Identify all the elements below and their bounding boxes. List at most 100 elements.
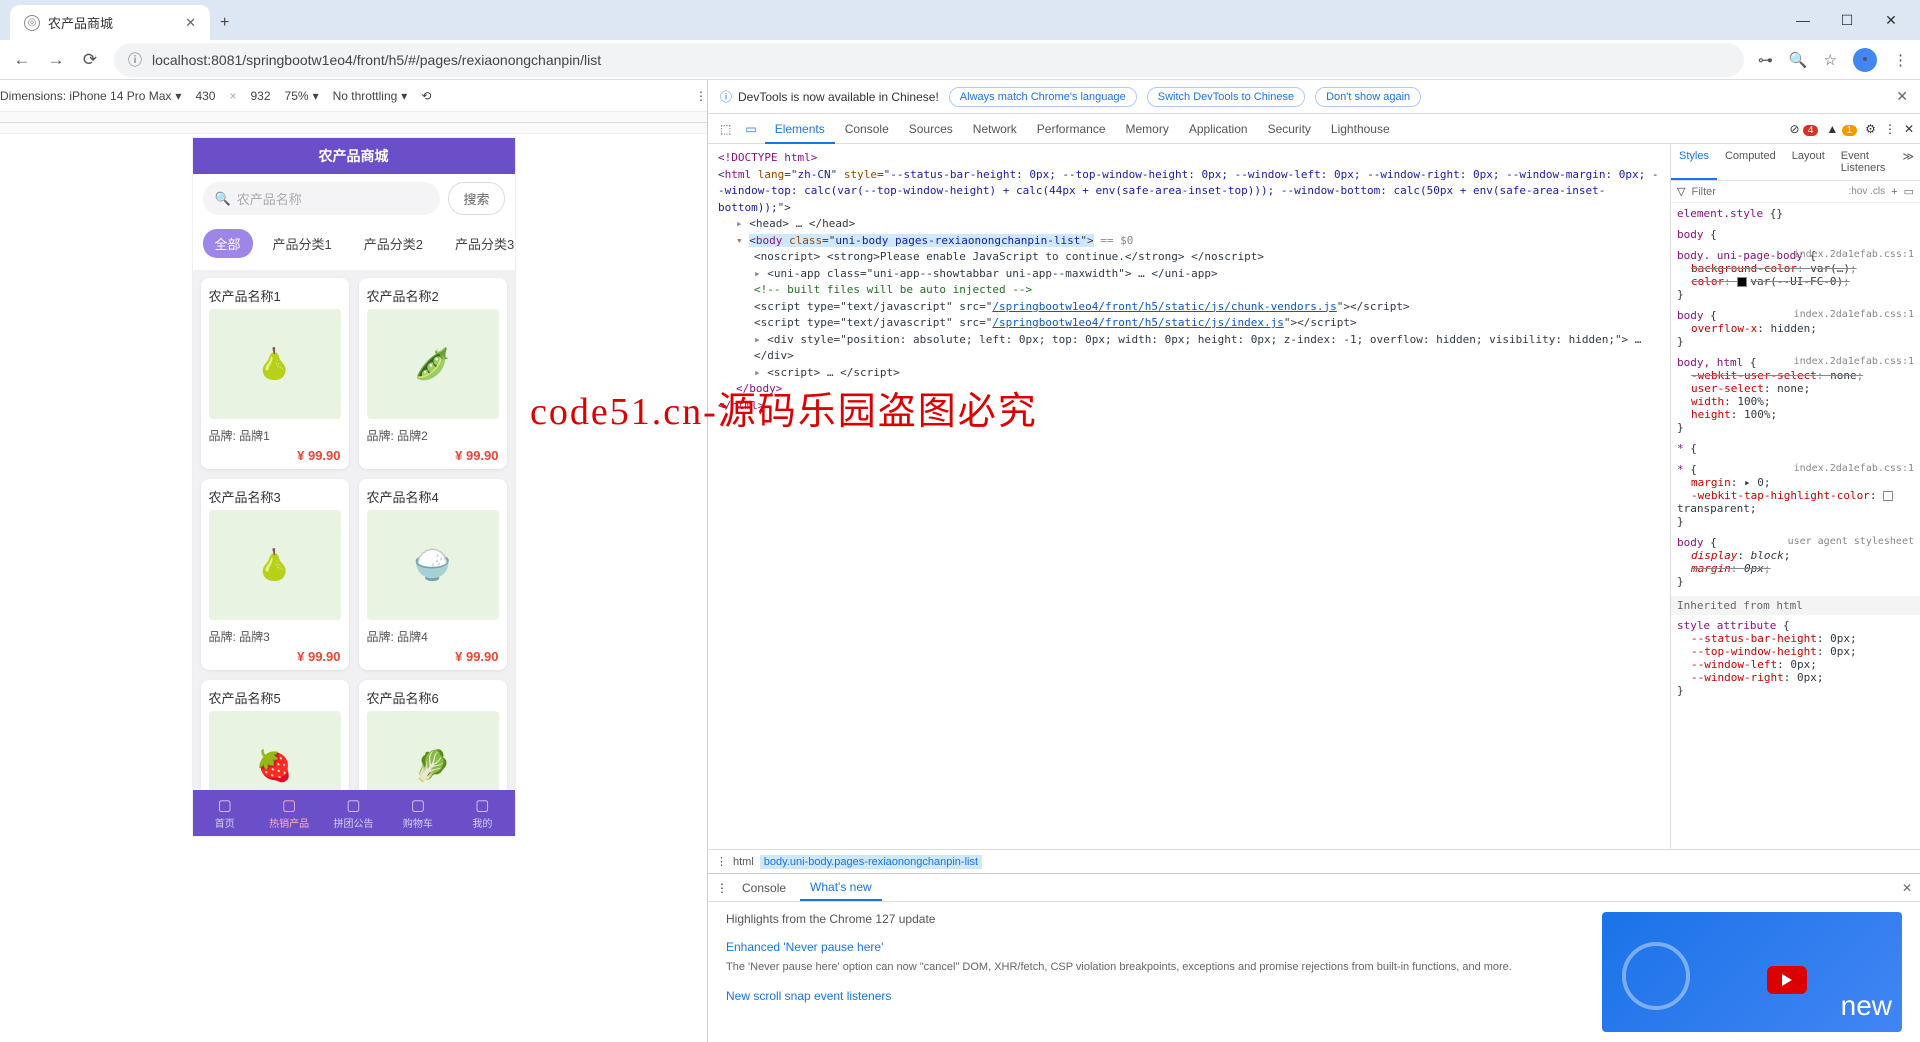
device-zoom[interactable]: 75% ▾ <box>285 89 319 103</box>
drawer-menu-icon[interactable]: ⋮ <box>716 881 728 895</box>
device-mode-icon[interactable]: ▭ <box>739 118 762 140</box>
tabbar-icon: ▢ <box>411 796 425 814</box>
devtools-panel-tab[interactable]: Performance <box>1027 116 1116 142</box>
styles-toggle-icon[interactable]: ▭ <box>1904 185 1914 198</box>
device-throttling[interactable]: No throttling ▾ <box>333 89 408 103</box>
browser-menu-icon[interactable]: ⋮ <box>1893 51 1908 69</box>
devtools-panel-tab[interactable]: Security <box>1258 116 1321 142</box>
window-minimize-icon[interactable]: — <box>1782 5 1824 35</box>
product-name: 农产品名称2 <box>367 286 499 305</box>
devtools-close-icon[interactable]: ✕ <box>1904 122 1914 136</box>
tabbar-item[interactable]: ▢我的 <box>450 790 514 836</box>
new-tab-button[interactable]: + <box>210 6 239 40</box>
device-menu-icon[interactable]: ⋮ <box>695 89 707 103</box>
url-field[interactable]: ⓘ localhost:8081/springbootw1eo4/front/h… <box>114 43 1744 77</box>
password-icon[interactable]: ⊶ <box>1758 51 1773 69</box>
zoom-icon[interactable]: 🔍 <box>1789 51 1808 69</box>
banner-pill-2[interactable]: Don't show again <box>1315 87 1421 107</box>
product-image: 🥬 <box>367 711 499 790</box>
category-pill[interactable]: 产品分类2 <box>352 229 435 258</box>
devtools-menu-icon[interactable]: ⋮ <box>1884 122 1896 136</box>
product-name: 农产品名称5 <box>209 688 341 707</box>
bookmark-icon[interactable]: ☆ <box>1824 51 1837 69</box>
product-image: 🍐 <box>209 309 341 419</box>
whatsnew-highlights: Highlights from the Chrome 127 update <box>726 912 1572 926</box>
device-height[interactable]: 932 <box>251 89 271 103</box>
banner-message: DevTools is now available in Chinese! <box>720 88 939 105</box>
window-close-icon[interactable]: ✕ <box>1870 5 1912 35</box>
tab-close-icon[interactable]: ✕ <box>185 15 196 31</box>
product-card[interactable]: 农产品名称5🍓 <box>201 680 349 790</box>
nav-reload-icon[interactable]: ⟳ <box>80 50 100 70</box>
product-card[interactable]: 农产品名称6 🥬 <box>359 680 507 790</box>
search-input[interactable]: 🔍 农产品名称 <box>203 182 441 215</box>
styles-subtab[interactable]: Event Listeners <box>1833 144 1897 180</box>
profile-avatar[interactable]: • <box>1853 48 1877 72</box>
devtools-panel-tab[interactable]: Application <box>1179 116 1258 142</box>
styles-more-icon[interactable]: ≫ <box>1896 144 1920 180</box>
nav-back-icon[interactable]: ← <box>12 50 32 70</box>
rotate-icon[interactable]: ⟲ <box>421 89 431 103</box>
browser-tab[interactable]: ◎ 农产品商城 ✕ <box>10 5 210 40</box>
styles-subtab[interactable]: Computed <box>1717 144 1784 180</box>
error-badge[interactable]: ⊘ 4 <box>1789 122 1818 136</box>
devtools-panel-tab[interactable]: Elements <box>765 116 835 144</box>
whatsnew-sec1-title[interactable]: Enhanced 'Never pause here' <box>726 940 1572 954</box>
styles-subtab[interactable]: Layout <box>1784 144 1833 180</box>
banner-close-icon[interactable]: ✕ <box>1896 88 1908 105</box>
product-name: 农产品名称6 <box>367 688 499 707</box>
tabbar-item[interactable]: ▢热销产品 <box>257 790 321 836</box>
product-image: 🍚 <box>367 510 499 620</box>
category-tabs: 全部产品分类1产品分类2产品分类3产 <box>193 223 515 270</box>
tabbar-item[interactable]: ▢首页 <box>193 790 257 836</box>
category-pill[interactable]: 产品分类1 <box>261 229 344 258</box>
device-width[interactable]: 430 <box>195 89 215 103</box>
product-price: ¥ 99.90 <box>209 649 341 664</box>
dom-breadcrumb[interactable]: ⋮ html body.uni-body.pages-rexiaonongcha… <box>708 849 1920 873</box>
styles-subtab[interactable]: Styles <box>1671 144 1717 180</box>
product-card[interactable]: 农产品名称3🍐品牌: 品牌3¥ 99.90 <box>201 479 349 670</box>
new-rule-icon[interactable]: + <box>1891 186 1897 198</box>
breadcrumb-menu-icon[interactable]: ⋮ <box>716 855 727 868</box>
inspect-icon[interactable]: ⬚ <box>714 118 737 140</box>
whatsnew-sec1-body: The 'Never pause here' option can now "c… <box>726 960 1572 975</box>
product-image: 🫛 <box>367 309 499 419</box>
tabbar-icon: ▢ <box>218 796 232 814</box>
tab-favicon-icon: ◎ <box>24 15 40 31</box>
drawer-tab-console[interactable]: Console <box>732 876 796 900</box>
elements-panel[interactable]: <!DOCTYPE html> <html lang="zh-CN" style… <box>708 144 1670 849</box>
styles-rules[interactable]: element.style {}body {</span><div class=… <box>1671 203 1920 849</box>
product-brand: 品牌: 品牌3 <box>209 628 341 645</box>
product-name: 农产品名称1 <box>209 286 341 305</box>
settings-icon[interactable]: ⚙ <box>1865 122 1876 136</box>
devtools-panel-tab[interactable]: Network <box>963 116 1027 142</box>
banner-pill-0[interactable]: Always match Chrome's language <box>949 87 1137 107</box>
category-pill[interactable]: 全部 <box>203 229 253 258</box>
window-maximize-icon[interactable]: ☐ <box>1826 5 1868 35</box>
app-header: 农产品商城 <box>193 138 515 174</box>
tabbar-item[interactable]: ▢拼团公告 <box>321 790 385 836</box>
devtools-panel-tab[interactable]: Lighthouse <box>1321 116 1400 142</box>
filter-icon: ▽ <box>1677 185 1685 198</box>
search-button[interactable]: 搜索 <box>448 182 504 215</box>
nav-forward-icon[interactable]: → <box>46 50 66 70</box>
whatsnew-video-promo[interactable]: new <box>1602 912 1902 1032</box>
product-card[interactable]: 农产品名称2🫛品牌: 品牌2¥ 99.90 <box>359 278 507 469</box>
whatsnew-sec2-title[interactable]: New scroll snap event listeners <box>726 989 1572 1003</box>
device-select[interactable]: Dimensions: iPhone 14 Pro Max ▾ <box>0 89 181 103</box>
devtools-panel-tab[interactable]: Console <box>835 116 899 142</box>
tabbar-item[interactable]: ▢购物车 <box>386 790 450 836</box>
devtools-panel-tab[interactable]: Sources <box>899 116 963 142</box>
product-card[interactable]: 农产品名称4🍚品牌: 品牌4¥ 99.90 <box>359 479 507 670</box>
warn-badge[interactable]: ▲ 1 <box>1826 122 1857 136</box>
site-info-icon[interactable]: ⓘ <box>128 50 142 70</box>
styles-filter-input[interactable] <box>1691 186 1842 198</box>
product-card[interactable]: 农产品名称1🍐品牌: 品牌1¥ 99.90 <box>201 278 349 469</box>
ruler <box>0 112 707 134</box>
banner-pill-1[interactable]: Switch DevTools to Chinese <box>1147 87 1305 107</box>
drawer-close-icon[interactable]: ✕ <box>1902 881 1912 895</box>
devtools-panel-tab[interactable]: Memory <box>1116 116 1179 142</box>
category-pill[interactable]: 产品分类3 <box>443 229 515 258</box>
product-name: 农产品名称3 <box>209 487 341 506</box>
drawer-tab-whatsnew[interactable]: What's new <box>800 875 882 901</box>
